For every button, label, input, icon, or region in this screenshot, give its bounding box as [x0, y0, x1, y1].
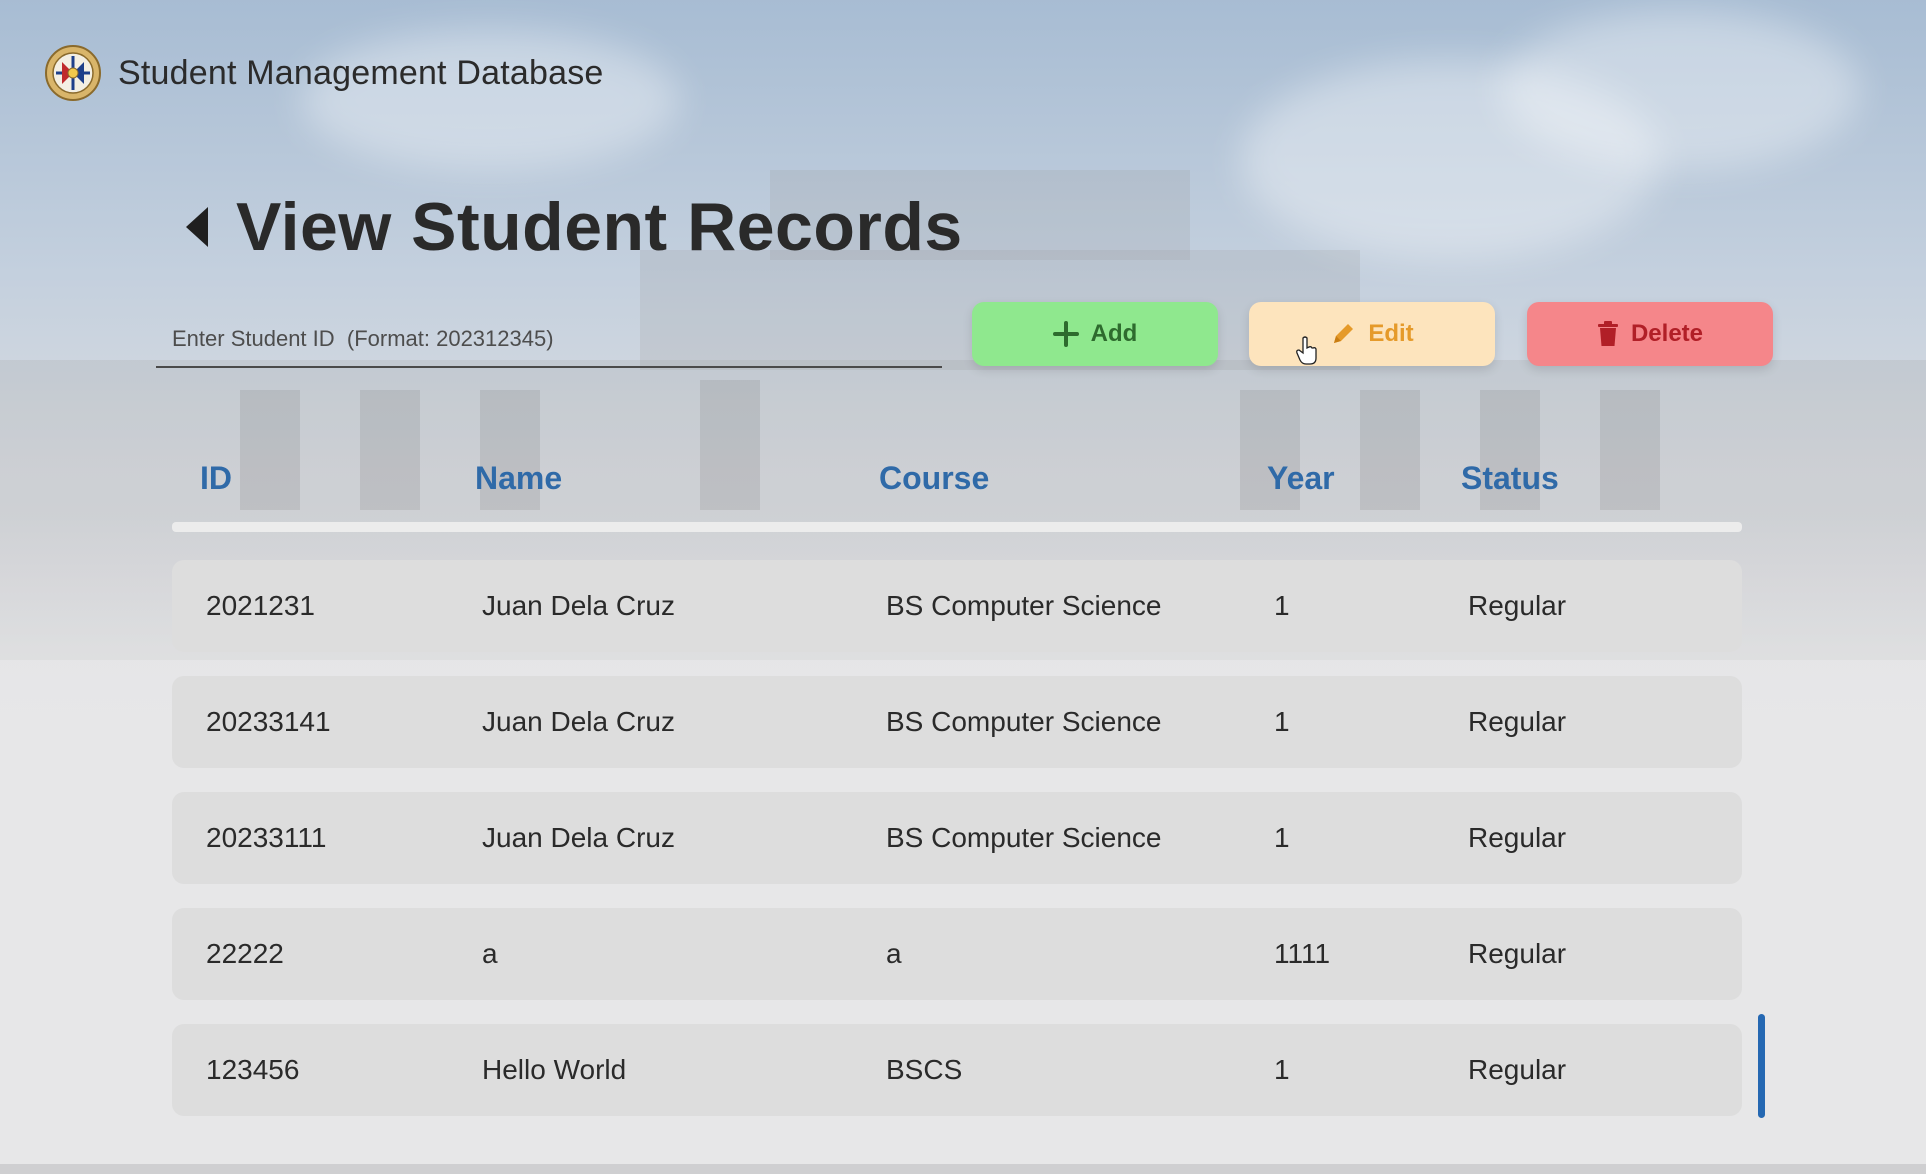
cell-course: a: [886, 938, 902, 969]
cell-id: 2021231: [206, 590, 316, 621]
column-header-id[interactable]: ID: [200, 460, 232, 497]
add-button-label: Add: [1090, 320, 1138, 347]
app-title: Student Management Database: [118, 53, 604, 92]
bottom-edge: [0, 1164, 1926, 1174]
university-seal-icon: [45, 45, 101, 101]
cell-course: BS Computer Science: [886, 706, 1162, 737]
cell-status: Regular: [1468, 1054, 1567, 1085]
student-table-body: 2021231 Juan Dela Cruz BS Computer Scien…: [172, 560, 1742, 1140]
student-id-input[interactable]: [156, 312, 942, 366]
delete-button[interactable]: Delete: [1527, 302, 1773, 366]
search-field: [156, 312, 942, 368]
table-header: ID Name Course Year Status: [172, 448, 1742, 526]
edit-button[interactable]: Edit: [1249, 302, 1495, 366]
column-header-year[interactable]: Year: [1267, 460, 1335, 497]
app-header: Student Management Database: [44, 44, 604, 102]
mouse-pointer-icon: [1296, 336, 1317, 365]
cell-year: 1: [1274, 590, 1290, 621]
cell-status: Regular: [1468, 590, 1567, 621]
cell-course: BS Computer Science: [886, 590, 1162, 621]
back-triangle-icon: [186, 207, 208, 247]
add-button[interactable]: Add: [972, 302, 1218, 366]
column-header-status[interactable]: Status: [1461, 460, 1559, 497]
table-row[interactable]: 2021231 Juan Dela Cruz BS Computer Scien…: [172, 560, 1742, 652]
cell-status: Regular: [1468, 706, 1567, 737]
cell-name: Juan Dela Cruz: [482, 822, 675, 853]
cell-id: 22222: [206, 938, 284, 969]
edit-button-label: Edit: [1368, 320, 1414, 347]
header-divider: [172, 522, 1742, 532]
cell-id: 20233141: [206, 706, 331, 737]
plus-icon: [1052, 321, 1079, 347]
cell-year: 1: [1274, 1054, 1290, 1085]
cell-status: Regular: [1468, 822, 1567, 853]
column-header-course[interactable]: Course: [879, 460, 989, 497]
table-row[interactable]: 20233111 Juan Dela Cruz BS Computer Scie…: [172, 792, 1742, 884]
column-header-name[interactable]: Name: [475, 460, 562, 497]
cell-name: Juan Dela Cruz: [482, 590, 675, 621]
table-scrollbar[interactable]: [1758, 1014, 1765, 1118]
cell-id: 20233111: [206, 822, 327, 853]
cell-name: Juan Dela Cruz: [482, 706, 675, 737]
cell-name: a: [482, 938, 498, 969]
cell-course: BS Computer Science: [886, 822, 1162, 853]
cell-year: 1: [1274, 706, 1290, 737]
trash-icon: [1597, 321, 1618, 346]
page-title-row: View Student Records: [180, 188, 963, 266]
cell-course: BSCS: [886, 1054, 963, 1085]
table-row[interactable]: 20233141 Juan Dela Cruz BS Computer Scie…: [172, 676, 1742, 768]
pencil-icon: [1334, 324, 1354, 343]
delete-button-label: Delete: [1630, 320, 1704, 347]
page-title: View Student Records: [236, 189, 963, 265]
table-row[interactable]: 123456 Hello World BSCS 1 Regular: [172, 1024, 1742, 1116]
cell-id: 123456: [206, 1054, 300, 1085]
cell-status: Regular: [1468, 938, 1567, 969]
table-row[interactable]: 22222 a a 1111 Regular: [172, 908, 1742, 1000]
cell-name: Hello World: [482, 1054, 627, 1085]
back-button[interactable]: [180, 202, 214, 252]
cell-year: 1: [1274, 822, 1290, 853]
cell-year: 1111: [1274, 938, 1331, 969]
